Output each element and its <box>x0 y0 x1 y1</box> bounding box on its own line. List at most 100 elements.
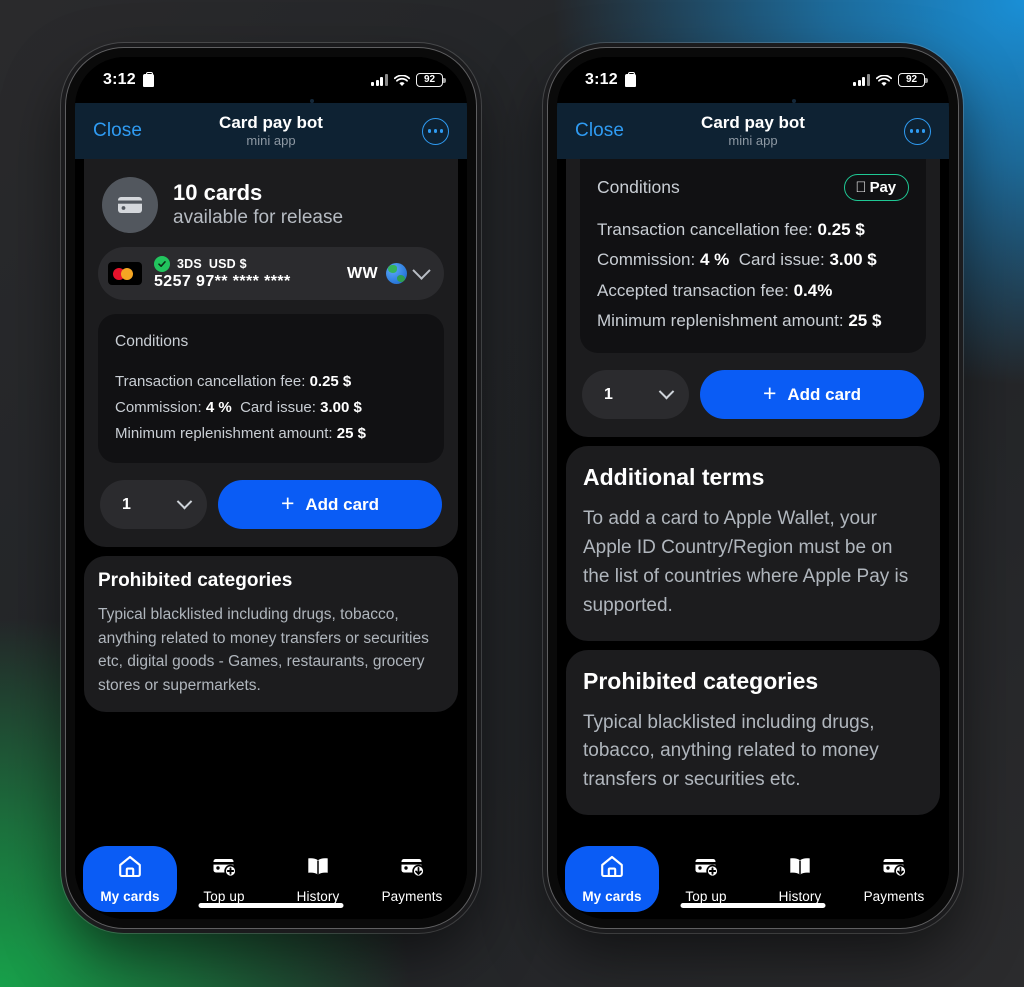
conditions-line-label: Commission: <box>115 398 202 416</box>
card-info: 3DS USD $ 5257 97** **** **** <box>154 256 335 291</box>
recording-icon <box>624 71 636 87</box>
plus-icon: + <box>762 380 777 406</box>
book-icon <box>305 854 331 883</box>
conditions-card: Conditions Transaction cancellation fee:… <box>98 314 444 464</box>
conditions-header: Conditions <box>115 329 427 355</box>
card-plus-icon <box>211 854 237 883</box>
conditions-line-value: 0.25 $ <box>309 373 352 390</box>
conditions-line: Commission: 4 % Card issue: 3.00 $ <box>597 245 909 275</box>
status-bar-right: 92 <box>853 73 928 87</box>
phone-notch <box>209 57 333 83</box>
globe-icon <box>386 263 407 284</box>
add-card-label: Add card <box>305 494 380 514</box>
quantity-value: 1 <box>122 495 131 513</box>
phone-left: 3:12 92 Close Card pay bot mini app 10 c… <box>66 48 476 928</box>
close-button[interactable]: Close <box>575 120 624 142</box>
recording-icon <box>142 71 154 87</box>
quantity-selector[interactable]: 1 <box>582 370 689 419</box>
cards-panel: 10 cards available for release 3DS USD $… <box>84 159 458 548</box>
cellular-signal-icon <box>371 74 388 86</box>
tab-label: History <box>296 889 340 904</box>
conditions-line-label-2: Card issue: <box>738 250 825 270</box>
conditions-line-label: Minimum replenishment amount: <box>115 424 333 442</box>
conditions-line: Minimum replenishment amount: 25 $ <box>597 306 909 336</box>
prohibited-categories-panel: Prohibited categories Typical blackliste… <box>566 649 940 816</box>
additional-terms-body: To add a card to Apple Wallet, your Appl… <box>583 508 909 616</box>
conditions-line-value: 25 $ <box>336 424 366 442</box>
phone-notch <box>691 57 815 83</box>
phone-screen-right: 3:12 92 Close Card pay bot mini app Cond… <box>557 57 949 919</box>
scroll-area-right[interactable]: Conditions  Pay Transaction cancellatio… <box>557 159 949 841</box>
conditions-line-label: Transaction cancellation fee: <box>115 373 306 390</box>
conditions-line: Minimum replenishment amount: 25 $ <box>115 421 427 447</box>
tab-my-cards[interactable]: My cards <box>565 846 659 912</box>
additional-terms-title: Additional terms <box>583 464 765 490</box>
prohibited-categories-panel: Prohibited categories Typical blackliste… <box>84 556 458 712</box>
plus-icon: + <box>280 490 295 517</box>
card-row[interactable]: 3DS USD $ 5257 97** **** **** WW <box>98 247 444 300</box>
cards-panel: Conditions  Pay Transaction cancellatio… <box>566 159 940 437</box>
battery-level: 92 <box>905 74 918 85</box>
status-time: 3:12 <box>585 71 618 88</box>
prohibited-categories-body: Typical blacklisted including drugs, tob… <box>583 711 879 791</box>
available-cards-text: 10 cards available for release <box>173 179 343 231</box>
phone-screen-left: 3:12 92 Close Card pay bot mini app 10 c… <box>75 57 467 919</box>
cellular-signal-icon <box>853 74 870 86</box>
conditions-line-value: 25 $ <box>848 310 882 330</box>
app-header: Close Card pay bot mini app <box>557 103 949 159</box>
conditions-title: Conditions <box>597 177 680 197</box>
conditions-line: Commission: 4 % Card issue: 3.00 $ <box>115 395 427 421</box>
home-indicator <box>680 903 826 908</box>
conditions-line-label: Minimum replenishment amount: <box>597 310 844 330</box>
home-icon <box>117 854 143 883</box>
battery-icon: 92 <box>416 73 446 87</box>
more-options-icon[interactable] <box>904 117 931 145</box>
conditions-line-value-2: 3.00 $ <box>829 250 877 270</box>
conditions-line-value: 0.25 $ <box>817 220 865 239</box>
conditions-line-label: Accepted transaction fee: <box>597 280 789 300</box>
card-region: WW <box>346 264 378 282</box>
conditions-line-value: 0.4% <box>793 280 833 300</box>
tab-payments[interactable]: Payments <box>365 846 459 912</box>
available-cards-row: 10 cards available for release <box>98 173 444 247</box>
more-options-icon[interactable] <box>422 117 449 145</box>
quantity-value: 1 <box>604 385 613 403</box>
wifi-icon <box>393 74 411 86</box>
add-card-button[interactable]: + Add card <box>218 480 442 530</box>
status-bar-right: 92 <box>371 73 446 87</box>
chevron-down-icon <box>658 383 675 400</box>
card-region-group: WW <box>346 261 431 284</box>
scroll-area-left[interactable]: 10 cards available for release 3DS USD $… <box>75 159 467 841</box>
prohibited-categories-title: Prohibited categories <box>98 570 293 592</box>
wifi-icon <box>875 74 893 86</box>
conditions-line-value-2: 3.00 $ <box>320 398 362 416</box>
prohibited-categories-title: Prohibited categories <box>583 667 819 694</box>
conditions-card: Conditions  Pay Transaction cancellatio… <box>580 159 926 353</box>
tab-label: Payments <box>863 889 925 904</box>
add-card-label: Add card <box>787 384 862 404</box>
conditions-line: Transaction cancellation fee: 0.25 $ <box>597 215 909 245</box>
additional-terms-panel: Additional terms To add a card to Apple … <box>566 446 940 641</box>
tab-my-cards[interactable]: My cards <box>83 846 177 912</box>
tab-label: My cards <box>100 889 160 904</box>
card-download-icon <box>881 854 907 883</box>
card-plus-icon <box>693 854 719 883</box>
tab-payments[interactable]: Payments <box>847 846 941 912</box>
chevron-down-icon[interactable] <box>412 261 431 280</box>
conditions-line-label: Commission: <box>597 250 696 270</box>
tab-label: Top up <box>203 889 245 904</box>
battery-level: 92 <box>423 74 436 85</box>
add-card-button[interactable]: + Add card <box>700 370 924 419</box>
card-download-icon <box>399 854 425 883</box>
quantity-selector[interactable]: 1 <box>100 480 207 530</box>
screenshot-stage: 3:12 92 Close Card pay bot mini app 10 c… <box>0 0 1024 987</box>
status-bar-left: 3:12 <box>585 71 636 89</box>
home-icon <box>599 854 625 883</box>
tab-label: Top up <box>685 889 727 904</box>
battery-icon: 92 <box>898 73 928 87</box>
check-circle-icon <box>154 256 170 272</box>
card-actions-row: 1 + Add card <box>98 478 444 533</box>
card-currency: USD $ <box>208 257 247 271</box>
status-bar-left: 3:12 <box>103 71 154 89</box>
close-button[interactable]: Close <box>93 120 142 142</box>
